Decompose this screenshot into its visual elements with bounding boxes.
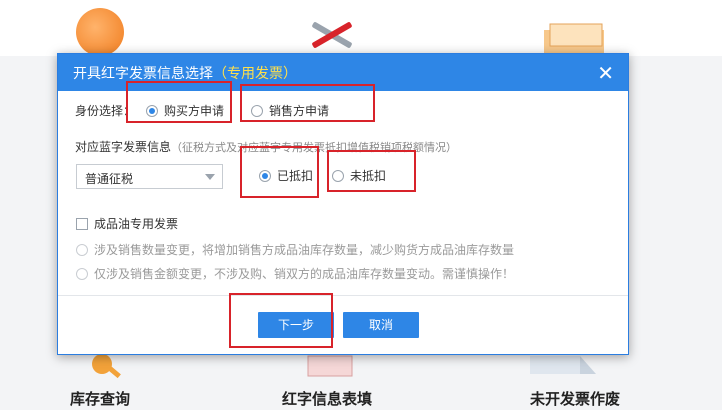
invoice-app-icon[interactable] bbox=[76, 8, 124, 56]
invoice-stack-icon[interactable] bbox=[538, 20, 610, 56]
close-icon[interactable]: ✕ bbox=[597, 63, 614, 83]
dialog-title-sub: （专用发票） bbox=[213, 65, 297, 82]
oil-option-quantity-label: 涉及销售数量变更，将增加销售方成品油库存数量，减少购货方成品油库存数量 bbox=[94, 243, 515, 257]
oil-invoice-checkbox[interactable]: 成品油专用发票 bbox=[76, 215, 178, 232]
oil-checkbox[interactable] bbox=[76, 218, 88, 230]
tax-method-value: 普通征税 bbox=[85, 172, 134, 186]
tax-method-select[interactable]: 普通征税 bbox=[76, 164, 223, 189]
red-info-form-icon[interactable] bbox=[300, 352, 360, 378]
footer-divider bbox=[58, 295, 628, 296]
void-uninvoiced-label[interactable]: 未开发票作废 bbox=[530, 388, 620, 409]
radio-oil-amount[interactable] bbox=[76, 268, 88, 280]
oil-checkbox-label: 成品油专用发票 bbox=[94, 217, 179, 231]
highlight-seller bbox=[240, 84, 375, 122]
blue-invoice-label: 对应蓝字发票信息 bbox=[75, 140, 172, 154]
highlight-buyer bbox=[126, 81, 232, 123]
void-invoice-icon[interactable] bbox=[520, 352, 600, 376]
oil-option-quantity[interactable]: 涉及销售数量变更，将增加销售方成品油库存数量，减少购货方成品油库存数量 bbox=[76, 241, 514, 258]
highlight-not-deducted bbox=[327, 150, 416, 192]
radio-oil-quantity[interactable] bbox=[76, 244, 88, 256]
dialog-title-text: 开具红字发票信息选择 bbox=[73, 65, 213, 82]
dialog-title: 开具红字发票信息选择（专用发票） bbox=[73, 63, 297, 83]
oil-option-amount-label: 仅涉及销售金额变更，不涉及购、销双方的成品油库存数量变动。需谨慎操作！ bbox=[94, 267, 515, 281]
highlight-next-step bbox=[229, 293, 333, 348]
oil-option-amount[interactable]: 仅涉及销售金额变更，不涉及购、销双方的成品油库存数量变动。需谨慎操作！ bbox=[76, 265, 514, 282]
inventory-query-label[interactable]: 库存查询 bbox=[70, 388, 130, 409]
chevron-down-icon[interactable] bbox=[205, 174, 215, 180]
highlight-deducted bbox=[240, 146, 319, 198]
tools-icon[interactable] bbox=[304, 18, 360, 56]
cancel-button[interactable]: 取消 bbox=[343, 312, 419, 338]
red-info-form-label[interactable]: 红字信息表填 bbox=[282, 388, 372, 409]
